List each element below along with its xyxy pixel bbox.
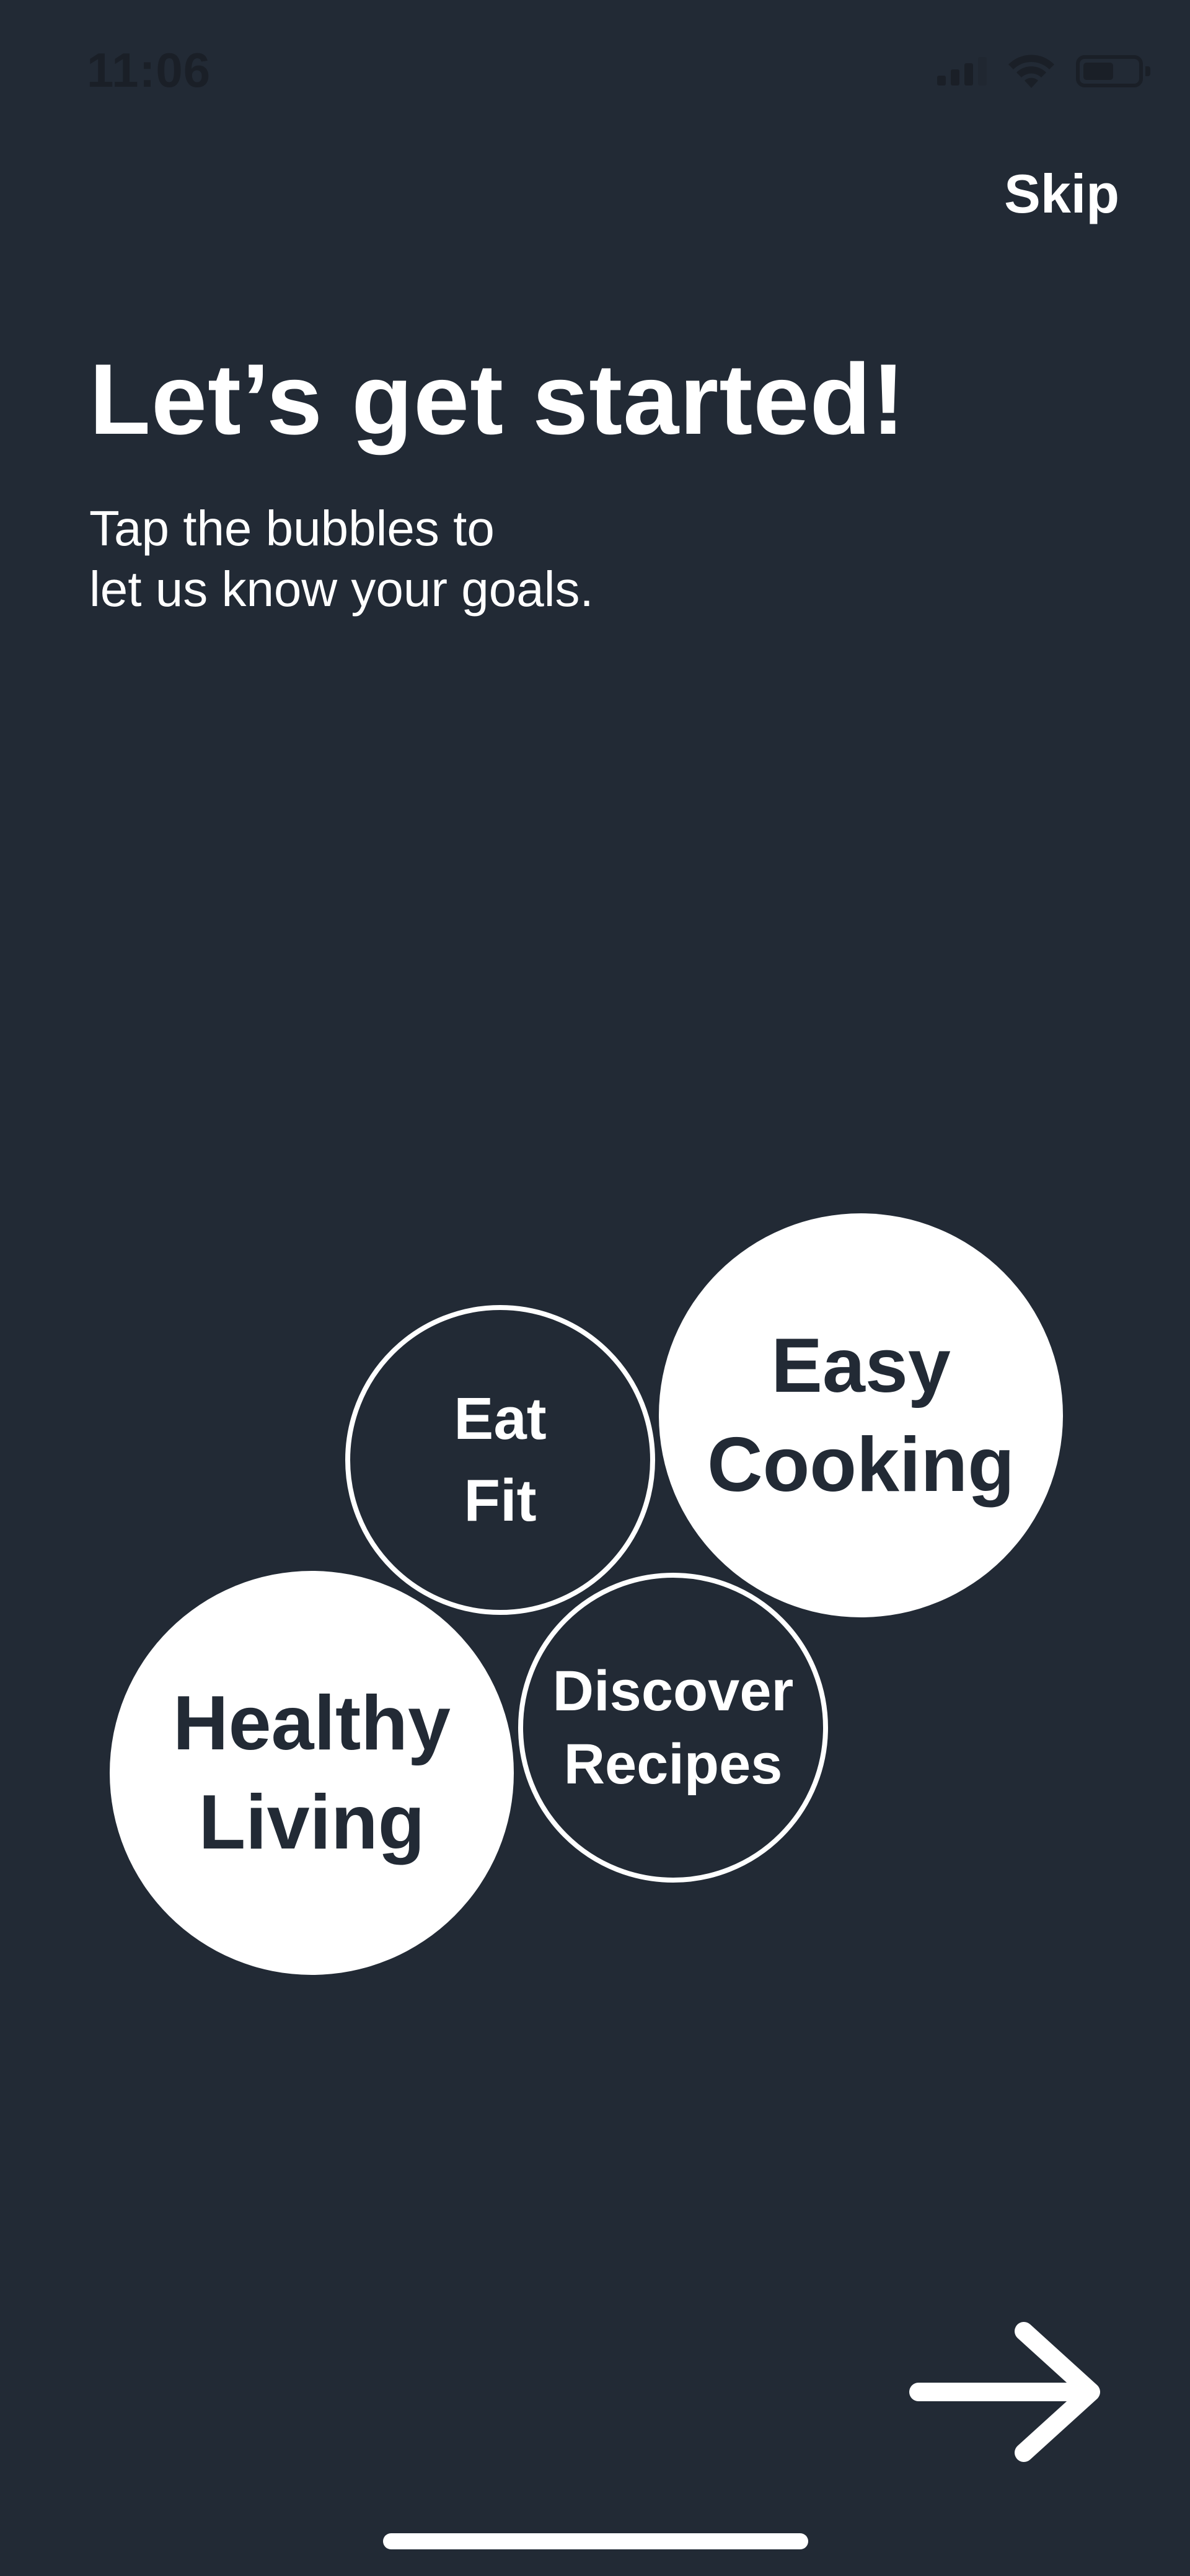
arrow-right-icon[interactable] <box>906 2318 1111 2466</box>
wifi-icon <box>1008 55 1054 88</box>
status-time: 11:06 <box>87 43 211 97</box>
skip-button[interactable]: Skip <box>1004 162 1119 226</box>
subtitle: Tap the bubbles to let us know your goal… <box>89 498 594 620</box>
bubble-label-line-1: Healthy <box>173 1681 451 1766</box>
battery-icon <box>1076 55 1150 87</box>
bubble-label-line-2: Cooking <box>707 1422 1015 1508</box>
goal-bubble-eat-fit[interactable]: Eat Fit <box>345 1305 655 1615</box>
subtitle-line-2: let us know your goals. <box>89 561 594 617</box>
status-icons <box>937 53 1150 89</box>
bubble-label-line-1: Eat <box>454 1386 547 1452</box>
subtitle-line-1: Tap the bubbles to <box>89 501 495 556</box>
home-indicator[interactable] <box>383 2533 808 2549</box>
bubble-label-line-1: Discover <box>552 1659 794 1723</box>
bubble-label-line-2: Fit <box>464 1467 537 1534</box>
bubble-label-line-2: Living <box>198 1780 425 1865</box>
bubble-label-line-1: Easy <box>771 1323 951 1409</box>
goal-bubble-discover-recipes[interactable]: Discover Recipes <box>518 1573 828 1883</box>
bubble-label-line-2: Recipes <box>563 1733 783 1796</box>
onboarding-screen: 11:06 Skip Let’s get started! Tap the bu… <box>0 0 1190 2576</box>
cellular-signal-icon <box>937 57 987 86</box>
page-title: Let’s get started! <box>89 343 906 455</box>
goal-bubble-easy-cooking[interactable]: Easy Cooking <box>659 1213 1063 1617</box>
goal-bubble-healthy-living[interactable]: Healthy Living <box>110 1571 514 1975</box>
